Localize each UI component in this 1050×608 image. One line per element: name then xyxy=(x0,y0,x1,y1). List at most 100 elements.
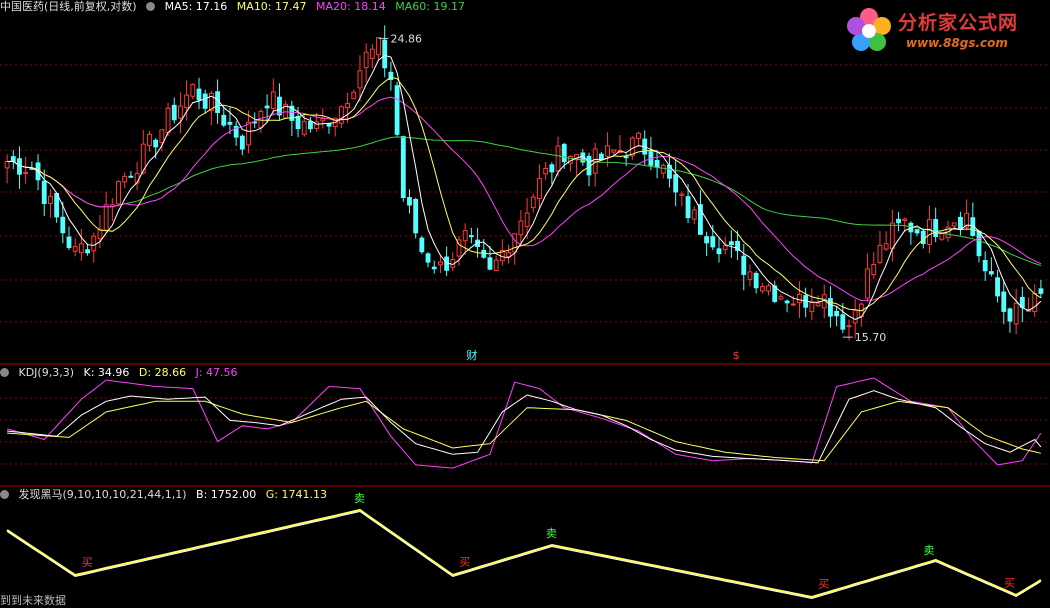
candle-body xyxy=(679,193,685,196)
candle-body xyxy=(716,248,722,255)
price-annotation-label: 15.70 xyxy=(855,331,887,344)
candle-body xyxy=(1032,292,1038,312)
candle-body xyxy=(951,222,957,227)
candle-body xyxy=(147,133,152,146)
candle-body xyxy=(728,241,734,246)
footer-text: 到到未来数据 xyxy=(0,594,66,607)
candle-body xyxy=(691,209,697,220)
candle-body xyxy=(215,91,220,113)
candle-body xyxy=(400,136,406,199)
candle-body xyxy=(357,70,363,89)
candle-body xyxy=(865,268,870,299)
candle-body xyxy=(394,85,400,135)
candle-body xyxy=(190,83,196,97)
candle-body xyxy=(159,129,165,143)
kdj-d-readout: D: 28.66 xyxy=(138,366,187,379)
candle-body xyxy=(326,123,332,127)
candle-body xyxy=(48,195,53,205)
candle-body xyxy=(246,121,251,146)
candle-body xyxy=(778,296,784,300)
candle-body xyxy=(834,310,840,317)
candle-body xyxy=(722,245,728,251)
candle-body xyxy=(227,121,233,125)
ma20-readout: MA20: 18.14 xyxy=(316,0,386,13)
logo-name: 分析家公式网 xyxy=(898,12,1019,34)
candle-body xyxy=(382,39,388,69)
candle-body xyxy=(877,244,883,263)
candle-body xyxy=(846,325,852,328)
candle-body xyxy=(270,91,276,109)
candle-body xyxy=(165,107,171,134)
candle-body xyxy=(889,222,895,250)
candle-body xyxy=(41,180,47,205)
candle-body xyxy=(555,145,561,172)
heima-g-readout: G: 1741.13 xyxy=(265,488,328,501)
ma20-line xyxy=(7,96,1042,302)
candle-body xyxy=(60,216,66,234)
candle-body xyxy=(995,277,1000,297)
candle-body xyxy=(747,271,753,280)
candle-body xyxy=(308,121,313,130)
logo-url[interactable]: www.88gs.com xyxy=(906,36,1008,50)
candle-body xyxy=(462,230,468,242)
candle-body xyxy=(295,115,301,130)
buy-signal: 买 xyxy=(1004,576,1015,589)
candle-body xyxy=(184,94,190,109)
candle-body xyxy=(419,237,425,253)
heima-settings-circle-icon[interactable] xyxy=(0,490,9,499)
candle-body xyxy=(537,177,542,200)
candle-body xyxy=(196,88,202,101)
settings-circle-icon[interactable] xyxy=(146,2,156,11)
buy-signal: 买 xyxy=(82,556,93,569)
heima-legend: 发现黑马(9,10,10,10,21,44,1,1) B: 1752.00 G:… xyxy=(0,488,333,502)
candle-body xyxy=(766,285,771,292)
heima-title: 发现黑马(9,10,10,10,21,44,1,1) xyxy=(18,488,187,501)
candle-body xyxy=(128,175,134,178)
candle-body xyxy=(530,196,536,209)
flower-logo-icon xyxy=(847,8,891,51)
chart-canvas[interactable]: 24.86 15.70 财 $ 买 卖买 卖买 卖买 xyxy=(0,0,1050,608)
candle-body xyxy=(896,218,901,224)
candle-body xyxy=(338,106,344,124)
candle-body xyxy=(660,164,666,174)
candle-body xyxy=(561,143,567,163)
heima-b-line xyxy=(6,508,1042,599)
candle-body xyxy=(487,257,493,270)
price-annotation-label: 24.86 xyxy=(391,32,423,45)
candle-body xyxy=(72,246,78,252)
sell-signal: 卖 xyxy=(546,527,557,540)
ma10-readout: MA10: 17.47 xyxy=(236,0,307,13)
candle-body xyxy=(4,161,10,169)
kdj-settings-circle-icon[interactable] xyxy=(0,368,9,377)
candle-body xyxy=(431,266,437,270)
candle-body xyxy=(264,105,270,109)
candle-body xyxy=(351,91,357,100)
candle-body xyxy=(815,302,821,307)
event-mark: $ xyxy=(733,349,740,362)
candle-body xyxy=(91,235,97,252)
candle-body xyxy=(468,235,474,238)
candle-body xyxy=(852,309,858,324)
ma10-line xyxy=(7,76,1042,312)
candle-body xyxy=(710,236,716,248)
candle-body xyxy=(605,145,610,157)
candle-body xyxy=(512,233,518,253)
kdj-j-readout: J: 47.56 xyxy=(195,366,238,379)
candle-body xyxy=(153,139,159,148)
candle-body xyxy=(54,193,60,218)
kdj-k-readout: K: 34.96 xyxy=(83,366,130,379)
candle-body xyxy=(914,229,920,234)
candle-body xyxy=(611,149,617,153)
main-legend: 中国医药(日线,前复权,对数) MA5: 17.16 MA10: 17.47 M… xyxy=(0,0,471,14)
candle-body xyxy=(685,196,691,219)
candle-body xyxy=(704,236,710,244)
candle-body xyxy=(78,243,84,254)
candle-body xyxy=(10,156,16,162)
main-title: 中国医药(日线,前复权,对数) xyxy=(0,0,137,13)
candle-body xyxy=(598,153,604,160)
candle-body xyxy=(438,261,443,266)
candle-body xyxy=(202,93,208,109)
candle-body xyxy=(636,132,641,139)
candle-body xyxy=(920,230,926,245)
candle-body xyxy=(425,253,431,263)
